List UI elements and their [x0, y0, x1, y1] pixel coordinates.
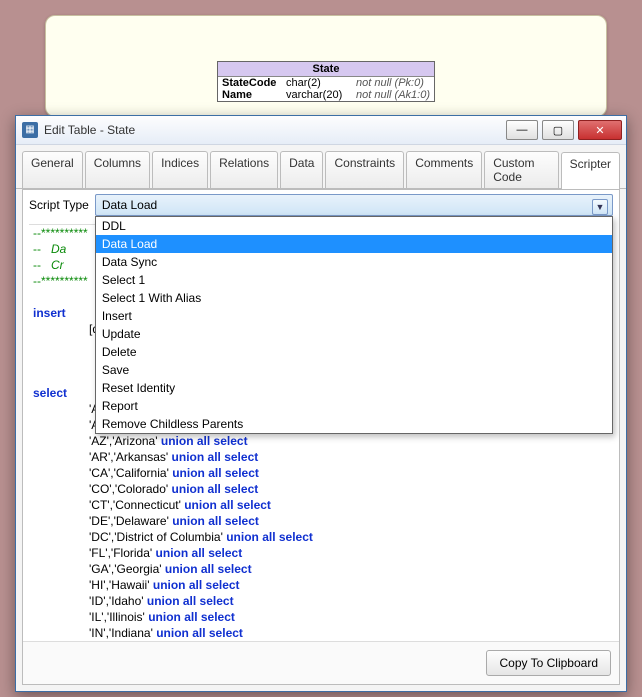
copy-to-clipboard-button[interactable]: Copy To Clipboard [486, 650, 611, 676]
tabstrip: General Columns Indices Relations Data C… [16, 145, 626, 189]
tab-columns[interactable]: Columns [85, 151, 150, 188]
dd-item-report[interactable]: Report [96, 397, 612, 415]
tab-data[interactable]: Data [280, 151, 323, 188]
erd-column-row: StateCode char(2) not null (Pk:0) [218, 77, 434, 89]
erd-col-type: varchar(20) [286, 89, 356, 101]
dd-item-insert[interactable]: Insert [96, 307, 612, 325]
dd-item-ddl[interactable]: DDL [96, 217, 612, 235]
dd-item-reset-identity[interactable]: Reset Identity [96, 379, 612, 397]
tab-scripter[interactable]: Scripter [561, 152, 620, 189]
pane-footer: Copy To Clipboard [23, 641, 619, 684]
dd-item-delete[interactable]: Delete [96, 343, 612, 361]
erd-canvas: State StateCode char(2) not null (Pk:0) … [45, 15, 607, 117]
titlebar: ▦ Edit Table - State — ▢ ✕ [16, 116, 626, 145]
erd-col-name: Name [222, 89, 286, 101]
script-type-dropdown[interactable]: Data Load ▼ [95, 194, 613, 216]
dd-item-select1[interactable]: Select 1 [96, 271, 612, 289]
tab-indices[interactable]: Indices [152, 151, 208, 188]
tab-comments[interactable]: Comments [406, 151, 482, 188]
maximize-button[interactable]: ▢ [542, 120, 574, 140]
window-title: Edit Table - State [44, 123, 506, 137]
app-icon: ▦ [22, 122, 38, 138]
scripter-pane: Script Type Data Load ▼ DDL Data Load Da… [22, 189, 620, 685]
erd-table-title: State [218, 62, 434, 77]
dd-item-data-load[interactable]: Data Load [96, 235, 612, 253]
tab-general[interactable]: General [22, 151, 83, 188]
tab-relations[interactable]: Relations [210, 151, 278, 188]
dd-item-update[interactable]: Update [96, 325, 612, 343]
dd-item-data-sync[interactable]: Data Sync [96, 253, 612, 271]
script-type-label: Script Type [29, 198, 89, 212]
erd-col-type: char(2) [286, 77, 356, 89]
erd-table-state[interactable]: State StateCode char(2) not null (Pk:0) … [217, 61, 435, 102]
dd-item-save[interactable]: Save [96, 361, 612, 379]
tab-constraints[interactable]: Constraints [325, 151, 404, 188]
erd-column-row: Name varchar(20) not null (Ak1:0) [218, 89, 434, 101]
minimize-button[interactable]: — [506, 120, 538, 140]
erd-col-flags: not null (Pk:0) [356, 77, 424, 89]
script-type-selected: Data Load [102, 198, 157, 212]
chevron-down-icon: ▼ [592, 199, 608, 215]
edit-table-window: ▦ Edit Table - State — ▢ ✕ General Colum… [15, 115, 627, 692]
tab-custom-code[interactable]: Custom Code [484, 151, 558, 188]
script-type-dropdown-list: DDL Data Load Data Sync Select 1 Select … [95, 216, 613, 434]
erd-col-flags: not null (Ak1:0) [356, 89, 430, 101]
dd-item-remove-childless[interactable]: Remove Childless Parents [96, 415, 612, 433]
close-button[interactable]: ✕ [578, 120, 622, 140]
erd-col-name: StateCode [222, 77, 286, 89]
dd-item-select1-alias[interactable]: Select 1 With Alias [96, 289, 612, 307]
